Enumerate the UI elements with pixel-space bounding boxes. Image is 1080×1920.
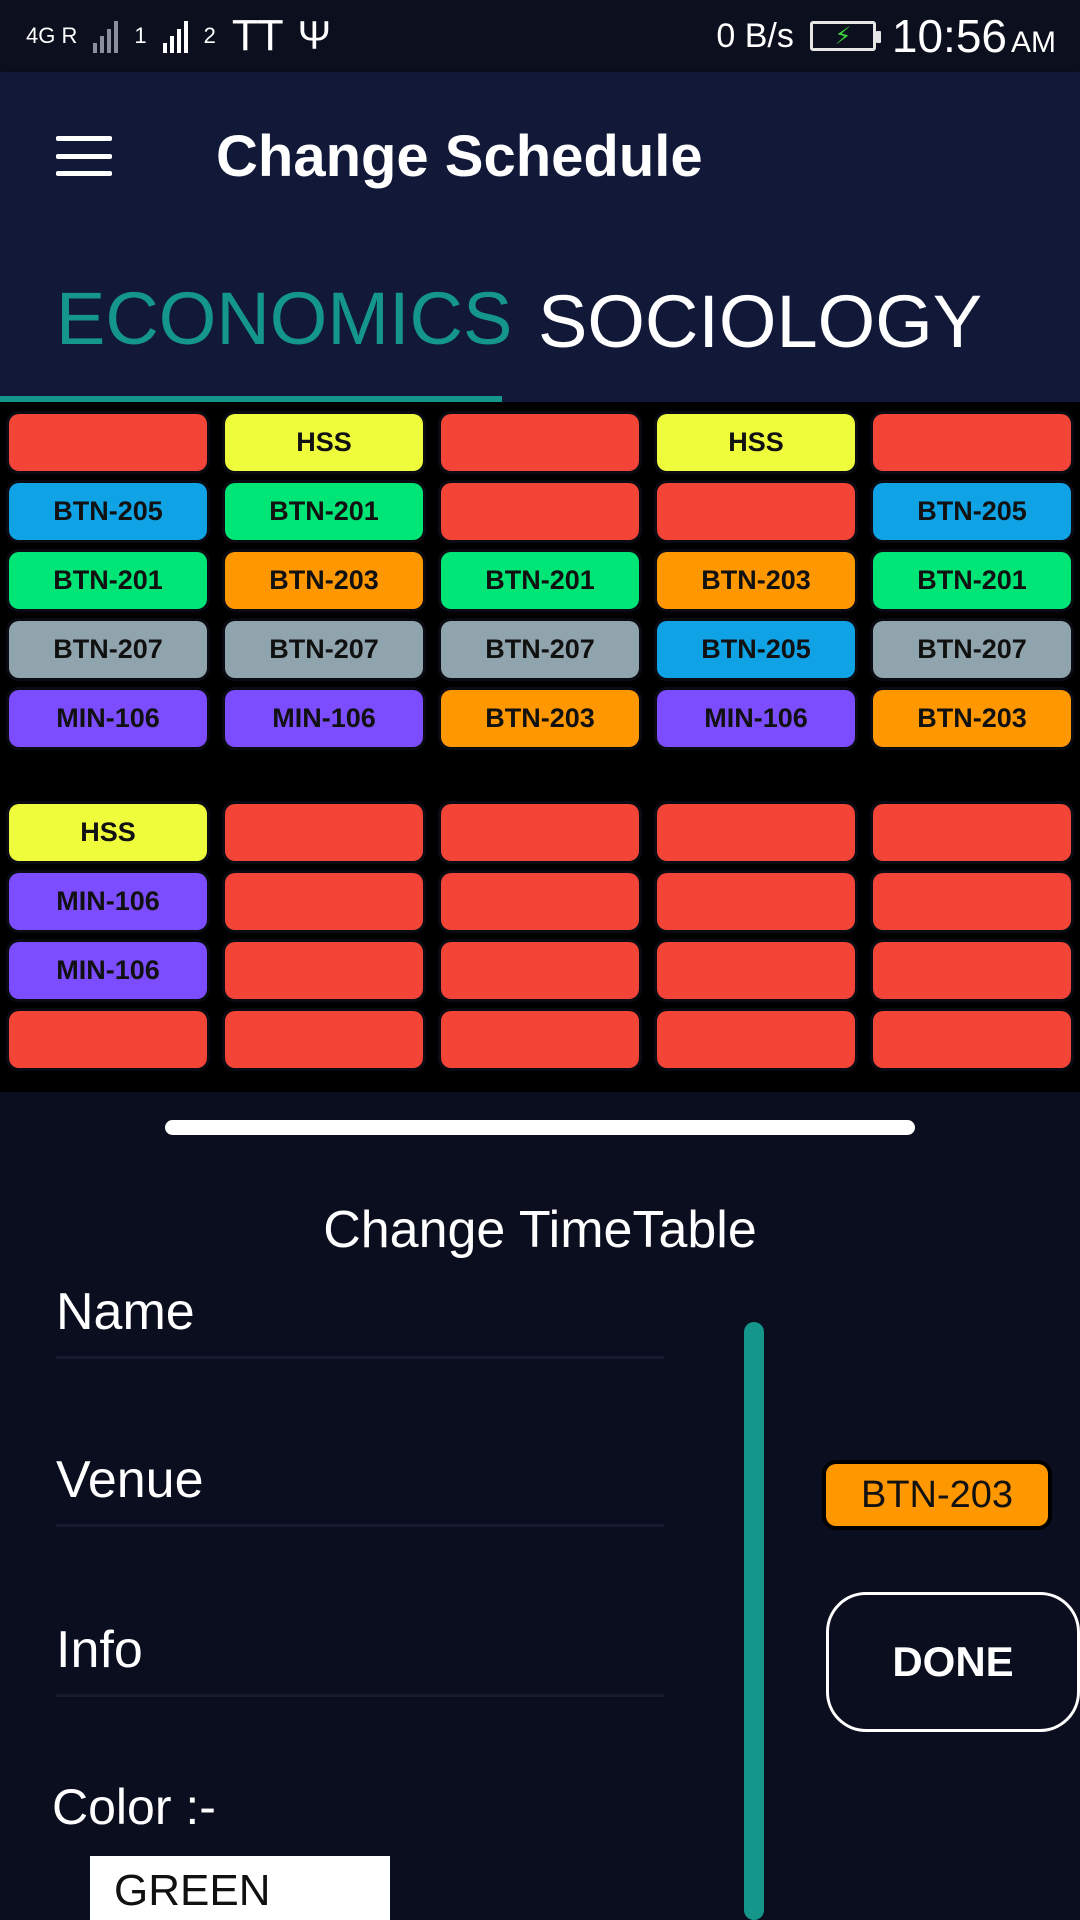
schedule-cell[interactable]: BTN-207 <box>441 621 639 678</box>
schedule-cell[interactable]: MIN-106 <box>9 690 207 747</box>
schedule-cell[interactable] <box>225 942 423 999</box>
tab-economics[interactable]: ECONOMICS <box>0 240 512 402</box>
clock-time: 10:56 <box>891 10 1007 62</box>
schedule-cell[interactable] <box>657 942 855 999</box>
schedule-cell[interactable]: BTN-207 <box>225 621 423 678</box>
signal-icon-sim2 <box>162 19 188 53</box>
schedule-cell[interactable]: BTN-207 <box>9 621 207 678</box>
battery-charging-icon: ⚡ <box>809 21 881 51</box>
sim1-label: 1 <box>134 23 147 48</box>
schedule-cell[interactable]: BTN-207 <box>873 621 1071 678</box>
tab-bar: ECONOMICS SOCIOLOGY <box>0 240 1080 402</box>
form-title: Change TimeTable <box>323 1201 757 1259</box>
schedule-cell[interactable]: BTN-203 <box>225 552 423 609</box>
schedule-cell[interactable]: HSS <box>9 804 207 861</box>
schedule-cell[interactable] <box>657 1011 855 1068</box>
network-type: 4G R <box>26 23 78 48</box>
hamburger-menu-icon[interactable] <box>56 136 112 176</box>
schedule-cell[interactable] <box>657 804 855 861</box>
page-title: Change Schedule <box>216 123 703 189</box>
scrollbar[interactable] <box>744 1322 764 1920</box>
net-speed: 0 B/s <box>716 16 794 55</box>
schedule-cell[interactable] <box>225 804 423 861</box>
status-right: 0 B/s ⚡ 10:56 AM <box>716 9 1056 63</box>
schedule-cell[interactable]: HSS <box>225 414 423 471</box>
schedule-cell[interactable] <box>9 414 207 471</box>
app-bar: Change Schedule <box>0 72 1080 240</box>
timetable-block-bottom: HSS MIN-106 MIN-106 <box>0 798 1080 1074</box>
color-label: Color :- <box>52 1779 216 1835</box>
clock-ampm: AM <box>1011 26 1056 59</box>
schedule-cell[interactable] <box>441 804 639 861</box>
timetable-block-top: HSS HSS BTN-205 BTN-201 BTN-205 BTN-201 BTN-20… <box>0 408 1080 753</box>
drag-handle[interactable] <box>165 1120 915 1135</box>
schedule-cell[interactable]: BTN-203 <box>873 690 1071 747</box>
schedule-cell[interactable] <box>873 942 1071 999</box>
schedule-cell[interactable] <box>441 1011 639 1068</box>
timetable-grid: HSS HSS BTN-205 BTN-201 BTN-205 BTN-201 BTN-20… <box>0 402 1080 1092</box>
schedule-cell[interactable]: MIN-106 <box>657 690 855 747</box>
done-button[interactable]: DONE <box>826 1592 1080 1732</box>
schedule-cell[interactable]: MIN-106 <box>225 690 423 747</box>
schedule-cell[interactable]: BTN-203 <box>657 552 855 609</box>
info-field[interactable]: Info <box>56 1620 664 1697</box>
schedule-cell[interactable]: MIN-106 <box>9 873 207 930</box>
clock: 10:56 AM <box>892 9 1056 63</box>
color-dropdown[interactable]: GREEN <box>90 1856 390 1920</box>
schedule-cell[interactable]: BTN-205 <box>9 483 207 540</box>
schedule-cell[interactable] <box>225 1011 423 1068</box>
schedule-cell[interactable]: MIN-106 <box>9 942 207 999</box>
schedule-cell[interactable]: HSS <box>657 414 855 471</box>
schedule-cell[interactable] <box>441 483 639 540</box>
schedule-cell[interactable]: BTN-203 <box>441 690 639 747</box>
schedule-cell[interactable] <box>225 873 423 930</box>
schedule-cell[interactable]: BTN-201 <box>441 552 639 609</box>
schedule-cell[interactable] <box>873 414 1071 471</box>
tab-sociology[interactable]: SOCIOLOGY <box>502 240 1012 402</box>
status-left: 4G R 1 2 TT Ψ <box>26 11 331 61</box>
schedule-cell[interactable] <box>657 873 855 930</box>
schedule-cell[interactable] <box>873 1011 1071 1068</box>
schedule-cell[interactable] <box>441 942 639 999</box>
schedule-cell[interactable] <box>441 873 639 930</box>
venue-field[interactable]: Venue <box>56 1450 664 1527</box>
schedule-cell[interactable] <box>873 804 1071 861</box>
schedule-cell[interactable] <box>873 873 1071 930</box>
signal-icon-sim1 <box>93 19 119 53</box>
text-size-icon: TT <box>231 11 284 60</box>
schedule-cell[interactable]: BTN-205 <box>873 483 1071 540</box>
schedule-cell[interactable] <box>9 1011 207 1068</box>
schedule-cell[interactable]: BTN-201 <box>873 552 1071 609</box>
schedule-cell[interactable]: BTN-201 <box>225 483 423 540</box>
schedule-cell[interactable] <box>657 483 855 540</box>
schedule-cell[interactable] <box>441 414 639 471</box>
name-field[interactable]: Name <box>56 1282 664 1359</box>
status-bar: 4G R 1 2 TT Ψ 0 B/s ⚡ 10:56 AM <box>0 0 1080 72</box>
usb-icon: Ψ <box>297 13 332 58</box>
schedule-cell[interactable]: BTN-201 <box>9 552 207 609</box>
sim2-label: 2 <box>203 23 216 48</box>
schedule-cell[interactable]: BTN-205 <box>657 621 855 678</box>
selected-chip: BTN-203 <box>826 1464 1048 1526</box>
